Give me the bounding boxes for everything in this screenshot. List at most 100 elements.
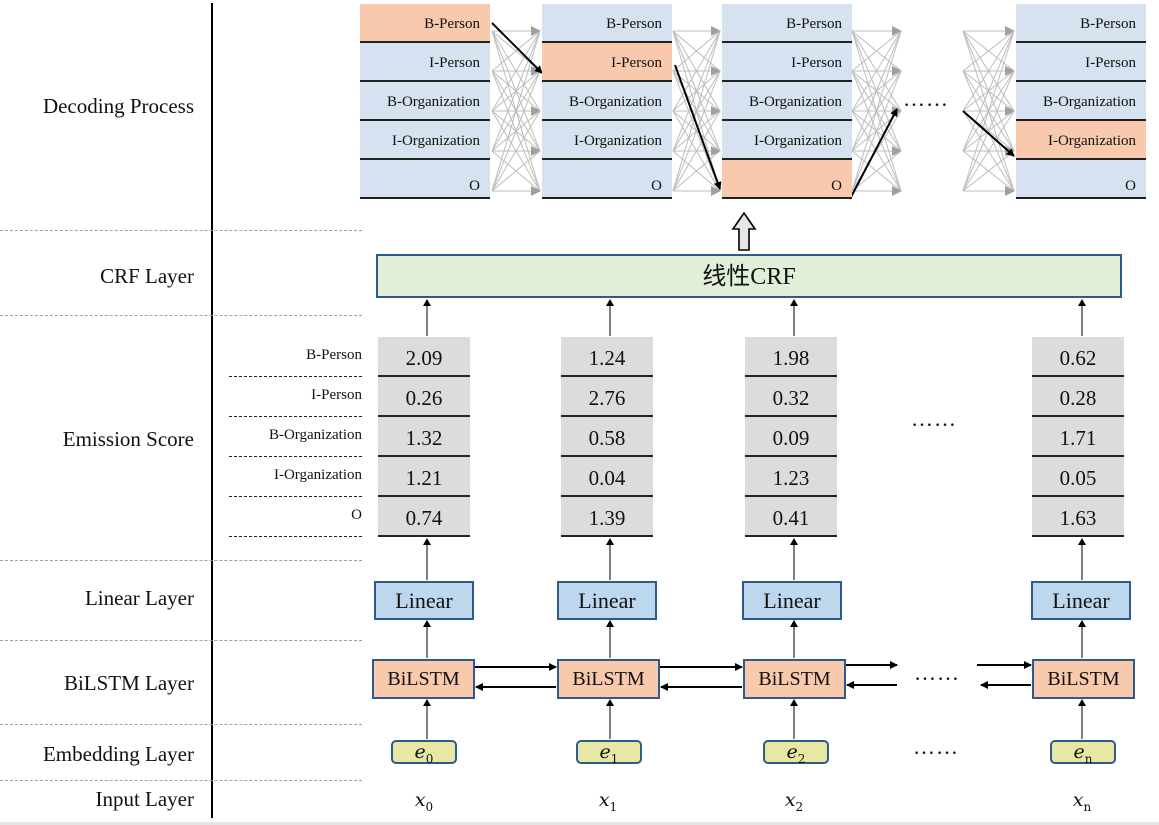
tag-label: O <box>651 178 662 194</box>
transition-edge <box>851 110 902 152</box>
emission-score: 0.62 <box>1032 337 1124 377</box>
emission-score: 1.71 <box>1032 417 1124 457</box>
transition-edge <box>962 70 1015 112</box>
tag-cell: B-Person <box>1016 4 1146 43</box>
tag-label: B-Organization <box>386 94 480 110</box>
layer-label-crf: CRF Layer <box>100 264 194 288</box>
emission-score: 1.98 <box>745 337 837 377</box>
tag-label: I-Person <box>429 55 480 71</box>
emission-tag-label: B-Organization <box>229 417 362 457</box>
embedding-ellipsis: …… <box>913 734 959 759</box>
transition-edge <box>491 110 541 152</box>
tag-label: B-Organization <box>1042 94 1136 110</box>
transition-edge <box>962 70 1015 152</box>
transition-edge <box>672 110 721 152</box>
transition-edge <box>672 30 721 192</box>
transition-edge <box>672 30 721 152</box>
embedding-box: e2 <box>763 740 829 766</box>
emission-score: 1.63 <box>1032 497 1124 537</box>
input-token: x0 <box>414 789 434 814</box>
bilstm-box: BiLSTM <box>557 659 660 699</box>
transition-edge <box>851 110 902 192</box>
transition-edge <box>491 70 541 112</box>
transition-edge <box>491 70 541 152</box>
tag-cell: I-Organization <box>722 121 852 160</box>
transition-edge <box>962 110 1015 152</box>
transition-edge <box>962 30 1015 112</box>
emission-score: 1.23 <box>745 457 837 497</box>
emission-score: 1.39 <box>561 497 653 537</box>
transition-edge <box>851 70 902 192</box>
transition-edge <box>962 110 1015 192</box>
transition-edge <box>851 30 902 152</box>
tag-cell: I-Organization <box>542 121 672 160</box>
emission-column: 0.62 0.28 1.71 0.05 1.63 <box>1032 337 1124 537</box>
transition-edge <box>672 70 721 152</box>
emission-score: 1.24 <box>561 337 653 377</box>
tag-label: I-Organization <box>391 133 480 149</box>
tag-label: O <box>1125 178 1136 194</box>
transition-edge <box>491 110 541 192</box>
tag-cell: B-Organization <box>1016 82 1146 121</box>
transition-edge <box>962 150 1015 192</box>
decoding-column: B-Person I-Person B-Organization I-Organiza… <box>360 4 490 199</box>
transition-edge <box>491 70 541 192</box>
transition-edge <box>962 30 1015 192</box>
tag-label: O <box>831 178 842 194</box>
transition-edge <box>851 30 902 112</box>
embedding-box: e0 <box>391 740 457 766</box>
transition-edge <box>851 30 902 112</box>
emission-score: 0.74 <box>378 497 470 537</box>
emission-score: 0.41 <box>745 497 837 537</box>
transition-edge <box>491 30 541 112</box>
emission-score: 2.09 <box>378 337 470 377</box>
tag-cell: B-Organization <box>722 82 852 121</box>
linear-box: Linear <box>374 581 474 620</box>
path-edge <box>962 110 1015 157</box>
layer-label-input: Input Layer <box>95 787 194 811</box>
emission-score: 0.58 <box>561 417 653 457</box>
tag-cell: I-Person <box>722 43 852 82</box>
linear-box: Linear <box>742 581 842 620</box>
emission-tag-label: I-Organization <box>229 457 362 497</box>
transition-edge <box>672 70 721 192</box>
layer-label-decoding: Decoding Process <box>42 94 194 118</box>
tag-label: I-Organization <box>1047 133 1136 149</box>
layer-divider-vertical <box>211 3 213 818</box>
transition-edge <box>491 30 541 192</box>
transition-edge <box>491 30 541 152</box>
path-edge <box>849 108 898 200</box>
tag-label: B-Person <box>424 16 480 32</box>
emission-ellipsis: …… <box>911 406 957 431</box>
layer-separator <box>0 640 362 641</box>
crf-box: 线性CRF <box>376 254 1122 298</box>
decoding-column: B-Person I-Person B-Organization I-Organiza… <box>542 4 672 199</box>
transition-edge <box>672 70 721 192</box>
transition-edge <box>491 110 541 152</box>
path-edge <box>674 64 722 190</box>
layer-label-emission: Emission Score <box>62 427 194 451</box>
tag-label: B-Organization <box>568 94 662 110</box>
decoding-column: B-Person I-Person B-Organization I-Organiza… <box>1016 4 1146 199</box>
transition-edge <box>851 30 902 152</box>
emission-tag-label: I-Person <box>229 377 362 417</box>
layer-separator <box>0 560 362 561</box>
transition-edge <box>672 30 721 72</box>
emission-column: 1.98 0.32 0.09 1.23 0.41 <box>745 337 837 537</box>
decoding-column: B-Person I-Person B-Organization I-Organiza… <box>722 4 852 199</box>
layer-label-linear: Linear Layer <box>84 586 194 610</box>
emission-score: 1.21 <box>378 457 470 497</box>
transition-edge <box>851 70 902 152</box>
transition-edge <box>851 150 902 192</box>
tag-cell: B-Organization <box>542 82 672 121</box>
transition-edge <box>672 30 721 112</box>
tag-label: I-Person <box>1085 55 1136 71</box>
path-edge <box>491 22 543 74</box>
linear-box: Linear <box>557 581 657 620</box>
emission-score: 1.32 <box>378 417 470 457</box>
transition-edge <box>851 30 902 192</box>
tag-cell: I-Organization <box>1016 121 1146 160</box>
tag-cell: B-Person <box>542 4 672 43</box>
transition-edge <box>491 110 541 192</box>
output-up-arrow-icon <box>731 212 757 251</box>
